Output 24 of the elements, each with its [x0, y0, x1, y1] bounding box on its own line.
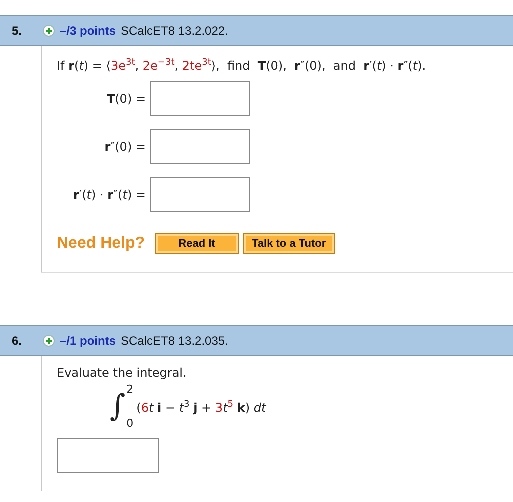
source-label: SCalcET8 13.2.035.	[121, 334, 228, 348]
question-number: 6.	[12, 334, 24, 348]
integral-sign: ∫	[110, 388, 126, 426]
answer-field[interactable]	[150, 177, 250, 212]
help-button[interactable]: Talk to a Tutor	[243, 233, 336, 254]
question-text: If r(t) = ⟨3e$^{3t}$, 2e$^{−3t}$, 2te$^{3t}$⟩, find T(0), r″(0), and r′(t) · r″(t).	[57, 57, 428, 75]
need-help-label: Need Help?	[57, 234, 146, 252]
answer-label: r′(t) · r″(t) =	[73, 188, 146, 202]
help-button[interactable]: Read It	[155, 233, 240, 254]
points-label: –/1 points	[60, 334, 116, 348]
answer-field[interactable]	[150, 81, 250, 116]
answer-label: T(0) =	[106, 92, 146, 106]
answer-field[interactable]	[57, 438, 159, 473]
answer-label: r″(0) =	[104, 140, 146, 154]
answer-field[interactable]	[150, 129, 250, 164]
plus-icon[interactable]	[43, 334, 55, 346]
lower-limit: 0	[126, 418, 134, 430]
plus-icon[interactable]	[43, 24, 55, 36]
question-text: Evaluate the integral.	[57, 365, 188, 382]
question-number: 5.	[12, 24, 24, 38]
integrand-expression: (6t i − t$^{3}$ j + 3t$^{5}$ k) dt	[136, 400, 266, 414]
points-label: –/3 points	[60, 24, 116, 38]
source-label: SCalcET8 13.2.022.	[121, 24, 228, 38]
upper-limit: 2	[126, 384, 134, 396]
